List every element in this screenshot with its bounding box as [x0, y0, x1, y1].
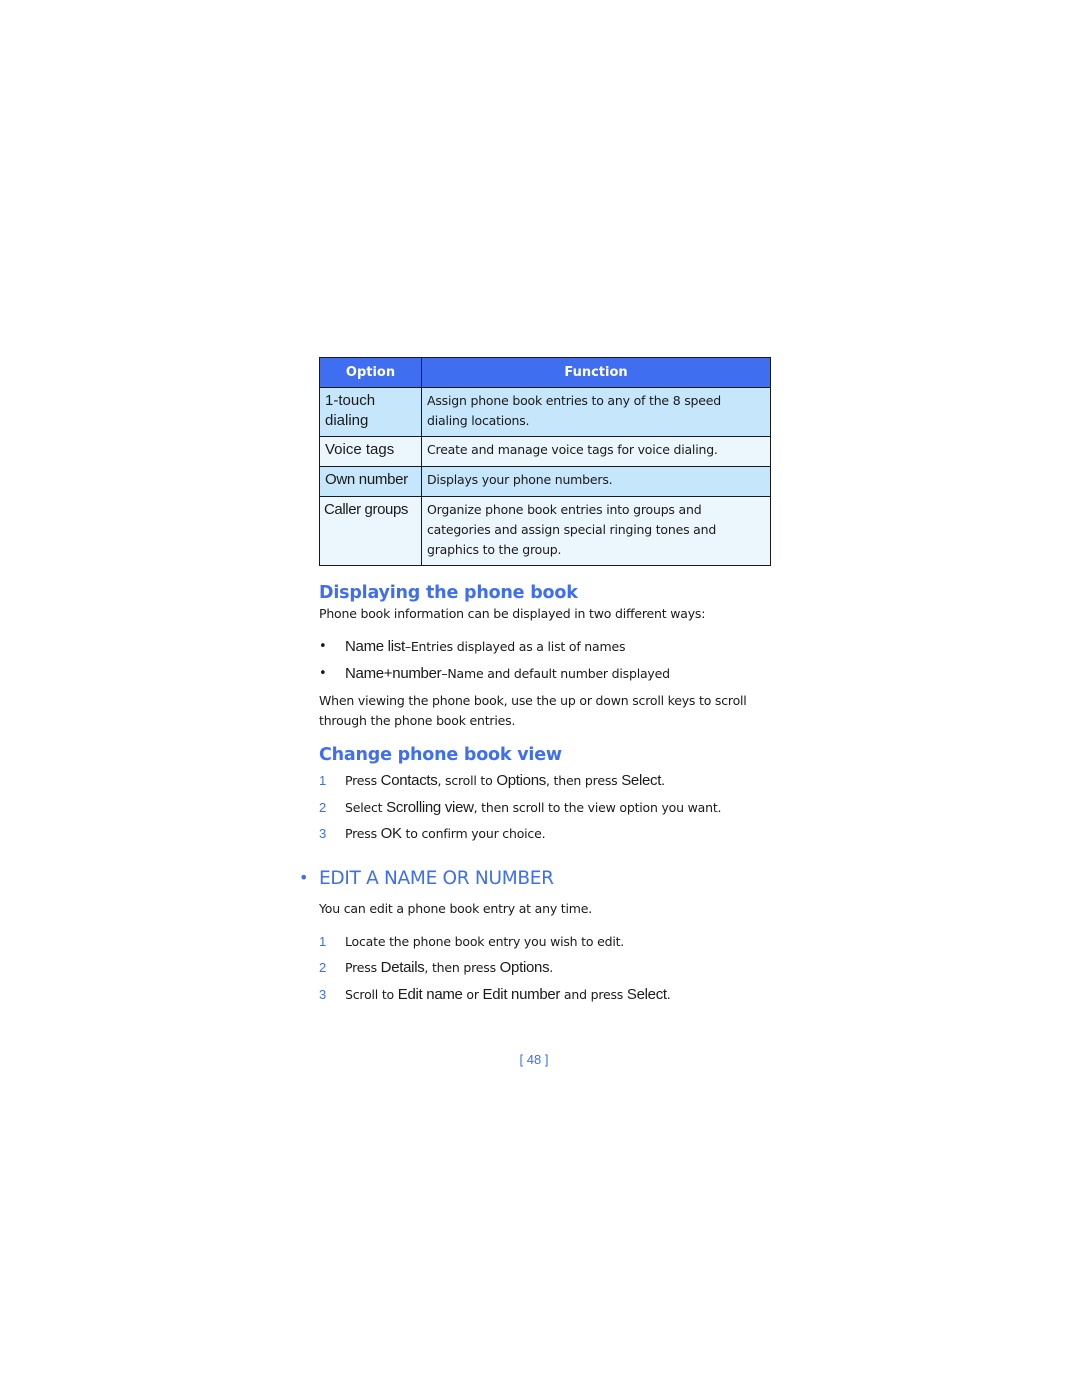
bullet-icon: •: [319, 666, 327, 681]
step-text: or: [462, 986, 483, 1002]
table-header-row: Option Function: [319, 357, 771, 388]
option-cell: 1-touch dialing: [319, 387, 422, 437]
step-item: 2 Press Details, then press Options.: [319, 958, 771, 985]
option-cell: Voice tags: [319, 436, 422, 467]
step-text: Select: [345, 799, 387, 815]
keyword: Contacts: [380, 772, 438, 789]
item-text: –Entries displayed as a list of names: [404, 639, 626, 654]
main-heading: • EDIT A NAME OR NUMBER: [299, 868, 751, 889]
step-text: Press: [345, 960, 381, 975]
keyword: OK: [380, 825, 402, 842]
step-number: 2: [319, 799, 327, 815]
step-text: .: [661, 773, 665, 788]
step-text: to confirm your choice.: [401, 826, 546, 841]
heading-bullet-icon: •: [299, 867, 309, 887]
step-text: and press: [560, 986, 627, 1002]
intro-text: Phone book information can be displayed …: [319, 606, 706, 621]
step-text: .: [666, 986, 671, 1002]
keyword: Name list: [345, 638, 405, 655]
keyword: Name+number: [345, 665, 442, 682]
list-item: • Name list–Entries displayed as a list …: [319, 637, 771, 664]
step-text: .: [549, 960, 554, 975]
change-view-section: Change phone book view 1 Press Contacts,…: [319, 745, 771, 851]
function-cell: Organize phone book entries into groups …: [421, 496, 771, 566]
keyword: Select: [626, 985, 667, 1003]
step-item: 3 Scroll to Edit name or Edit number and…: [319, 985, 771, 1012]
step-item: 3 Press OK to confirm your choice.: [319, 824, 771, 851]
keyword: Scrolling view: [386, 798, 474, 816]
options-table: Option Function 1-touch dialing Assign p…: [319, 357, 771, 566]
view-options-list: • Name list–Entries displayed as a list …: [319, 637, 771, 691]
step-text: Scroll to: [345, 986, 398, 1002]
step-text: , then press: [424, 960, 500, 975]
step-number: 2: [319, 960, 327, 975]
table-row: Voice tags Create and manage voice tags …: [319, 436, 771, 467]
step-number: 3: [319, 826, 327, 841]
steps-list: 1 Locate the phone book entry you wish t…: [319, 932, 771, 1012]
step-number: 1: [319, 933, 327, 949]
function-cell: Displays your phone numbers.: [421, 466, 771, 497]
step-text: , scroll to: [437, 773, 497, 788]
edit-name-number-section: • EDIT A NAME OR NUMBER You can edit a ph…: [299, 868, 771, 1012]
table-row: Own number Displays your phone numbers.: [319, 466, 771, 497]
function-cell: Assign phone book entries to any of the …: [421, 387, 771, 437]
option-cell: Own number: [319, 466, 422, 497]
step-item: 2 Select Scrolling view, then scroll to …: [319, 798, 771, 825]
section-heading: Change phone book view: [319, 745, 562, 765]
keyword: Details: [380, 959, 425, 976]
keyword: Edit number: [482, 985, 561, 1003]
option-cell: Caller groups: [319, 496, 422, 566]
column-header-option: Option: [319, 357, 422, 388]
page-number: [ 48 ]: [519, 1052, 549, 1067]
keyword: Select: [621, 772, 662, 789]
step-text: , then scroll to the view option you wan…: [473, 799, 722, 815]
column-header-function: Function: [421, 357, 771, 388]
steps-list: 1 Press Contacts, scroll to Options, the…: [319, 771, 771, 851]
step-text: Press: [345, 773, 381, 788]
manual-page: Option Function 1-touch dialing Assign p…: [299, 357, 771, 1067]
section-heading: Displaying the phone book: [319, 583, 578, 603]
list-item: • Name+number–Name and default number di…: [319, 664, 771, 691]
keyword: Options: [496, 772, 546, 789]
intro-text: You can edit a phone book entry at any t…: [319, 900, 593, 916]
keyword: Options: [499, 959, 550, 976]
displaying-phone-book-section: Displaying the phone book Phone book inf…: [319, 583, 771, 731]
step-item: 1 Locate the phone book entry you wish t…: [319, 932, 771, 959]
bullet-icon: •: [319, 639, 327, 654]
step-text: Press: [345, 826, 381, 841]
step-text: Locate the phone book entry you wish to …: [345, 933, 625, 949]
item-text: –Name and default number displayed: [441, 666, 670, 681]
heading-text: EDIT A NAME OR NUMBER: [319, 867, 554, 889]
table-row: 1-touch dialing Assign phone book entrie…: [319, 387, 771, 437]
keyword: Edit name: [397, 985, 463, 1003]
function-cell: Create and manage voice tags for voice d…: [421, 436, 771, 467]
step-text: , then press: [545, 773, 622, 788]
step-item: 1 Press Contacts, scroll to Options, the…: [319, 771, 771, 798]
note-text: When viewing the phone book, use the up …: [319, 693, 747, 728]
table-row: Caller groups Organize phone book entrie…: [319, 496, 771, 566]
step-number: 1: [319, 773, 327, 788]
step-number: 3: [319, 986, 327, 1002]
